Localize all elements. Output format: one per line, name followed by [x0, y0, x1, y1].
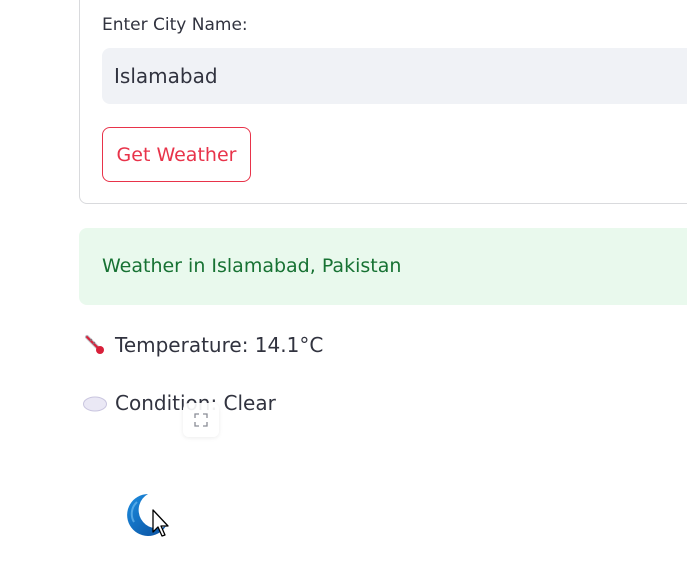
- fullscreen-button[interactable]: [183, 403, 219, 437]
- expand-icon: [194, 413, 208, 427]
- weather-headline: Weather in Islamabad, Pakistan: [102, 255, 402, 277]
- cloud-icon: [82, 391, 108, 415]
- mouse-cursor: [152, 509, 172, 539]
- city-input-label: Enter City Name:: [102, 15, 248, 35]
- success-alert: Weather in Islamabad, Pakistan: [79, 228, 687, 305]
- condition-row: Condition: Clear: [82, 391, 276, 415]
- weather-app: Enter City Name: Get Weather Weather in …: [0, 0, 687, 570]
- temperature-text: Temperature: 14.1°C: [115, 333, 324, 357]
- temperature-row: Temperature: 14.1°C: [82, 333, 323, 357]
- thermometer-icon: [82, 333, 108, 357]
- city-input[interactable]: [102, 48, 687, 104]
- get-weather-button[interactable]: Get Weather: [102, 127, 251, 182]
